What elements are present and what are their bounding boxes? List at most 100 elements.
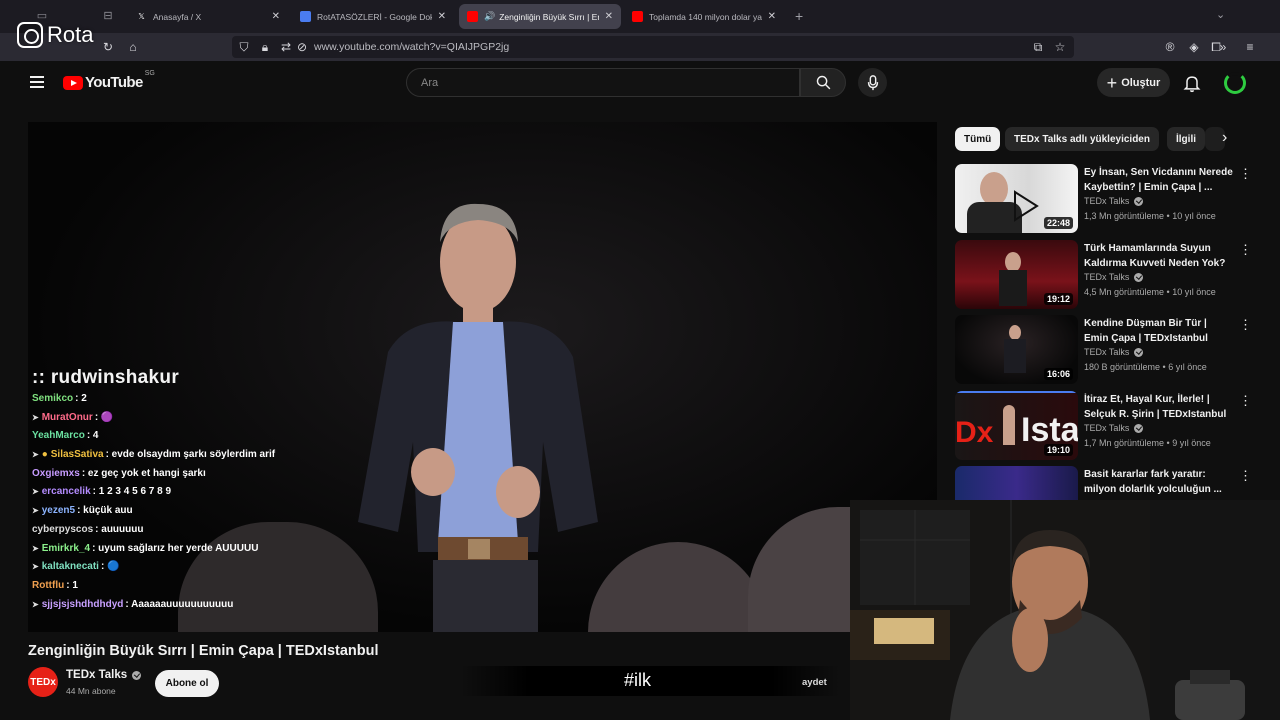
search-placeholder: Ara xyxy=(421,77,439,89)
video-title-main: Zenginliğin Büyük Sırrı | Emin Çapa | TE… xyxy=(28,643,379,659)
sidebar-toggle-icon[interactable]: ▭ xyxy=(35,9,49,23)
video-thumbnail[interactable] xyxy=(955,466,1078,500)
more-options-icon[interactable]: ⋮ xyxy=(1239,318,1252,331)
recommendation-item[interactable]: 22:48 Ey İnsan, Sen Vicdanını Nerede Kay… xyxy=(955,164,1255,234)
chat-username: sjjsjsjshdhdhdyd xyxy=(41,598,124,610)
recommendation-item[interactable]: Basit kararlar fark yaratır: milyon dola… xyxy=(955,466,1255,500)
more-options-icon[interactable]: ⋮ xyxy=(1239,243,1252,256)
video-title[interactable]: Ey İnsan, Sen Vicdanını Nerede Kaybettin… xyxy=(1084,165,1234,195)
chip-from-uploader[interactable]: TEDx Talks adlı yükleyiciden xyxy=(1005,127,1159,151)
chat-text: : 🔵 xyxy=(100,561,120,573)
bookmark-star-icon[interactable]: ☆ xyxy=(1052,39,1068,55)
tab-youtube-2[interactable]: Toplamda 140 milyon dolar yatır ✕ xyxy=(624,4,784,29)
hamburger-menu-icon[interactable] xyxy=(30,76,44,88)
chip-all[interactable]: Tümü xyxy=(955,127,1001,151)
more-options-icon[interactable]: ⋮ xyxy=(1239,394,1252,407)
x-logo-icon: 𝕏 xyxy=(138,12,145,21)
save-button[interactable]: aydet xyxy=(802,677,827,688)
region-code: SG xyxy=(144,70,155,77)
new-tab-icon[interactable]: + xyxy=(795,8,803,24)
search-icon xyxy=(816,75,830,90)
verified-icon xyxy=(1134,196,1144,206)
more-options-icon[interactable]: ⋮ xyxy=(1239,469,1252,482)
search-button[interactable] xyxy=(800,68,846,97)
search-input[interactable]: Ara xyxy=(406,68,800,97)
video-duration: 19:12 xyxy=(1043,293,1073,305)
youtube-icon xyxy=(467,11,478,22)
close-tab-icon[interactable]: ✕ xyxy=(768,11,776,22)
account-avatar[interactable] xyxy=(1224,72,1246,94)
speaker-icon[interactable]: 🔊 xyxy=(484,11,495,22)
chat-message: YeahMarco: 4 xyxy=(32,427,332,446)
address-bar[interactable]: ⛉ 🔒︎ ⇄ ⊘ www.youtube.com/watch?v=QIAIJPG… xyxy=(232,36,1074,58)
video-thumbnail[interactable]: 16:06 xyxy=(955,315,1078,384)
reload-icon[interactable]: ↻ xyxy=(100,39,116,55)
chat-username: YeahMarco xyxy=(32,430,85,442)
recommendation-item[interactable]: Dx Ista 19:10 İtiraz Et, Hayal Kur, İler… xyxy=(955,391,1255,461)
chat-arrow-icon: ➤ xyxy=(32,412,39,422)
chat-arrow-icon: ➤ xyxy=(32,487,39,497)
browser-tab-bar: ▭ ⊟ 𝕏 Anasayfa / X ✕ RotATASÖZLERİ - Goo… xyxy=(0,0,1280,33)
recommendation-item[interactable]: 16:06 Kendine Düşman Bir Tür | Emin Çapa… xyxy=(955,315,1255,385)
video-thumbnail[interactable]: 19:12 xyxy=(955,240,1078,309)
tracking-off-icon[interactable]: ⊘ xyxy=(294,39,310,55)
youtube-header: YouTube SG Ara + Oluştur xyxy=(10,61,1270,106)
video-title[interactable]: Türk Hamamlarında Suyun Kaldırma Kuvveti… xyxy=(1084,241,1234,272)
channel-name[interactable]: TEDx Talks xyxy=(1084,272,1129,282)
chat-message: ➤ yezen5: küçük auu xyxy=(32,502,332,521)
chevron-down-icon[interactable]: ⌄ xyxy=(1216,8,1225,21)
chat-text: : 🟣 xyxy=(94,411,114,423)
close-tab-icon[interactable]: ✕ xyxy=(438,11,446,22)
subscribe-button[interactable]: Abone ol xyxy=(155,670,219,697)
channel-avatar[interactable]: TEDx xyxy=(28,667,58,697)
chat-message: ➤ Emirkrk_4: uyum sağlarız her yerde AUUU… xyxy=(32,540,332,559)
extension-shield-icon[interactable]: ◈ xyxy=(1186,39,1202,55)
tab-x[interactable]: 𝕏 Anasayfa / X ✕ xyxy=(128,4,288,29)
channel-name-row[interactable]: TEDx Talks xyxy=(66,669,142,681)
permissions-icon[interactable]: ⇄ xyxy=(278,39,294,55)
recommendation-item[interactable]: 19:12 Türk Hamamlarında Suyun Kaldırma K… xyxy=(955,240,1255,310)
chip-related[interactable]: İlgili xyxy=(1167,127,1205,151)
extension-r-icon[interactable]: ® xyxy=(1162,39,1178,55)
chat-message: ➤ ● SilasSativa: evde olsaydım şarkı söyle… xyxy=(32,446,332,465)
channel-name-main[interactable]: TEDx Talks xyxy=(66,669,127,681)
create-button[interactable]: + Oluştur xyxy=(1097,68,1170,97)
shield-icon[interactable]: ⛉ xyxy=(236,39,252,55)
more-options-icon[interactable]: ⋮ xyxy=(1239,167,1252,180)
menu-icon[interactable]: ≡ xyxy=(1242,39,1258,55)
video-title[interactable]: Kendine Düşman Bir Tür | Emin Çapa | TED… xyxy=(1084,316,1234,346)
home-icon[interactable]: ⌂ xyxy=(125,39,141,55)
lock-icon[interactable]: 🔒︎ xyxy=(257,39,273,55)
webcam-scene xyxy=(850,500,1280,720)
chevron-right-icon[interactable]: › xyxy=(1222,129,1227,147)
chat-username: cyberpyscos xyxy=(32,523,94,535)
tab-google-docs[interactable]: RotATASÖZLERİ - Google Doküm ✕ xyxy=(292,4,454,29)
notifications-bell-icon[interactable] xyxy=(1182,73,1202,93)
picture-in-picture-icon[interactable]: ⧉ xyxy=(1030,39,1046,55)
channel-name[interactable]: TEDx Talks xyxy=(1084,423,1129,433)
video-title[interactable]: İtiraz Et, Hayal Kur, İlerle! | Selçuk R… xyxy=(1084,392,1234,422)
browser-nav-bar: ↻ ⌂ ⛉ 🔒︎ ⇄ ⊘ www.youtube.com/watch?v=QIA… xyxy=(0,33,1280,61)
channel-row: TEDx Talks xyxy=(1084,423,1144,433)
subscriber-count: 44 Mn abone xyxy=(66,686,116,696)
chat-message: cyberpyscos: auuuuuu xyxy=(32,521,332,540)
channel-name[interactable]: TEDx Talks xyxy=(1084,347,1129,357)
youtube-logo[interactable]: YouTube SG xyxy=(63,70,155,91)
tab-overview-icon[interactable]: ⊟ xyxy=(101,9,115,23)
verified-icon xyxy=(1134,272,1144,282)
video-title[interactable]: Basit kararlar fark yaratır: milyon dola… xyxy=(1084,467,1234,497)
video-meta: 4,5 Mn görüntüleme • 10 yıl önce xyxy=(1084,287,1216,297)
video-thumbnail[interactable]: 22:48 xyxy=(955,164,1078,233)
tab-youtube-active[interactable]: 🔊 Zenginliğin Büyük Sırrı | Emi ✕ xyxy=(459,4,621,29)
close-tab-icon[interactable]: ✕ xyxy=(272,11,280,22)
chat-message: Rottflu: 1 xyxy=(32,577,332,596)
close-tab-icon[interactable]: ✕ xyxy=(605,11,613,22)
overflow-chevrons-icon[interactable]: » xyxy=(1215,39,1231,55)
channel-name[interactable]: TEDx Talks xyxy=(1084,196,1129,206)
video-player[interactable]: :: rudwinshakur Semikco: 2 ➤ MuratOnur: 🟣… xyxy=(28,122,937,632)
play-cursor-icon xyxy=(1014,190,1039,222)
instagram-icon xyxy=(17,22,43,48)
voice-search-button[interactable] xyxy=(858,68,887,97)
video-thumbnail[interactable]: Dx Ista 19:10 xyxy=(955,391,1078,460)
chat-message: ➤ kaltaknecati: 🔵 xyxy=(32,558,332,577)
